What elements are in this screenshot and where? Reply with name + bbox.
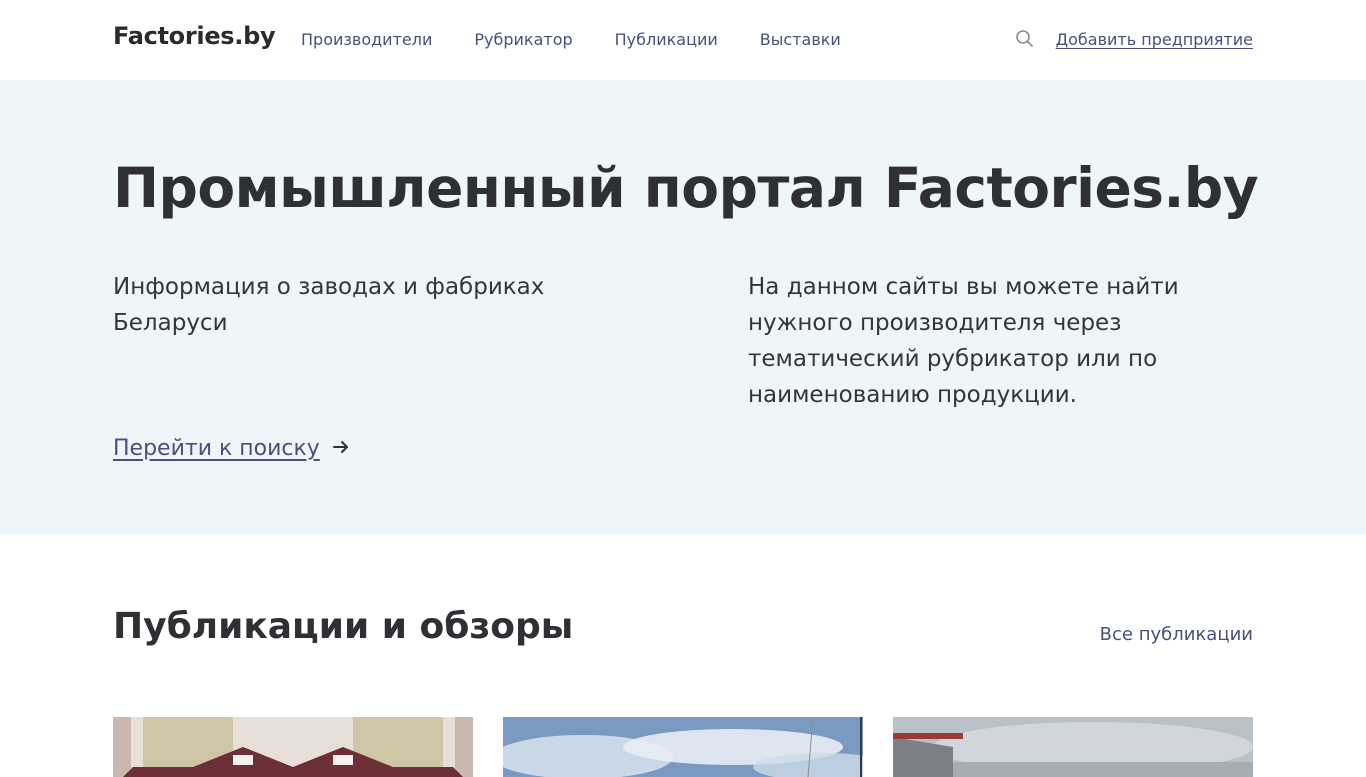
main-nav: Производители Рубрикатор Публикации Выст… [301,30,841,49]
go-to-search-link[interactable]: Перейти к поиску [113,436,350,461]
hero-title: Промышленный портал Factories.by [113,156,1259,220]
publication-card-3[interactable] [893,717,1253,777]
hero-description: На данном сайты вы можете найти нужного … [748,274,1179,408]
publication-card-1[interactable] [113,717,473,777]
site-header: Factories.by Производители Рубрикатор Пу… [0,0,1366,80]
search-icon[interactable] [1015,29,1035,49]
nav-item-producers[interactable]: Производители [301,30,432,49]
hero-subtitle: Информация о заводах и фабриках Беларуси [113,274,545,336]
hero-section: Промышленный портал Factories.by Информа… [0,80,1366,534]
arrow-right-icon [332,438,350,460]
nav-item-rubricator[interactable]: Рубрикатор [474,30,572,49]
go-to-search-label: Перейти к поиску [113,436,320,461]
building-photo [113,717,473,777]
add-company-link[interactable]: Добавить предприятие [1056,30,1253,49]
site-logo[interactable]: Factories.by [113,22,276,50]
nav-item-exhibitions[interactable]: Выставки [760,30,841,49]
factory-photo [893,717,1253,777]
all-publications-link[interactable]: Все публикации [1100,624,1253,645]
publications-title: Публикации и обзоры [113,606,574,647]
nav-item-publications[interactable]: Публикации [615,30,718,49]
publication-card-2[interactable] [503,717,863,777]
sky-photo [503,717,863,777]
